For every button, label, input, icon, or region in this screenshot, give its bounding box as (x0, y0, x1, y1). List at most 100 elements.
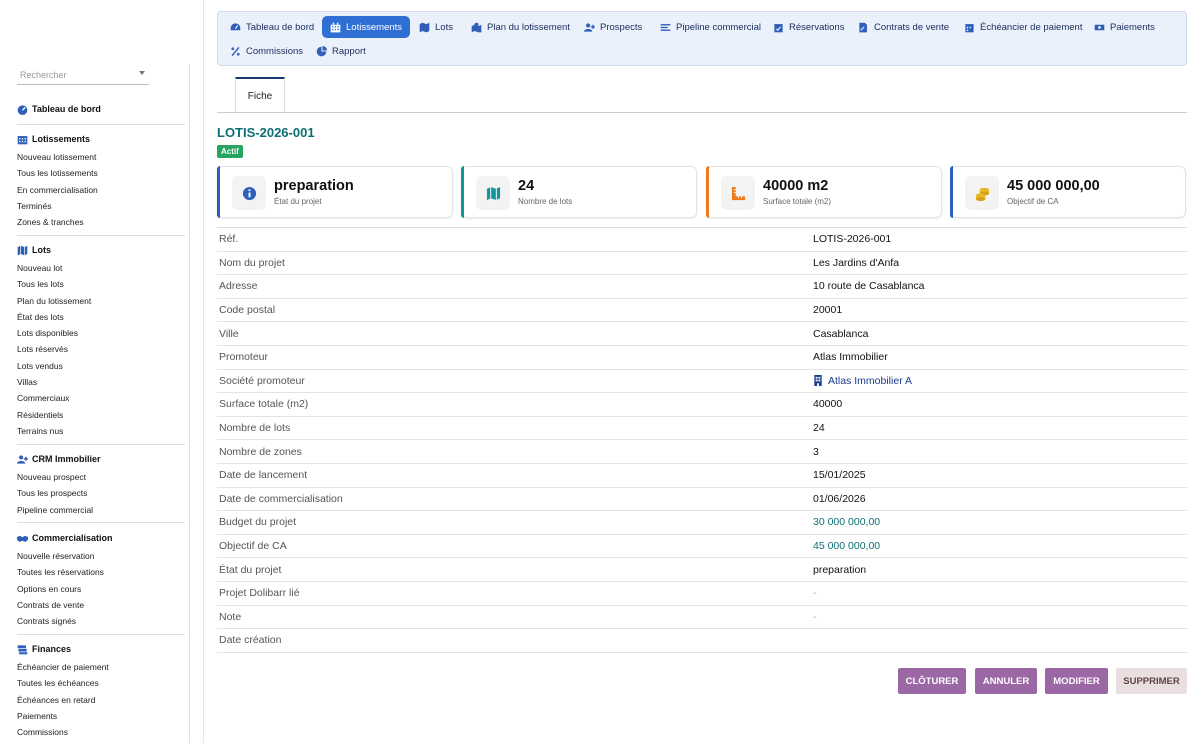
sidebar-item-commerciaux[interactable]: Commerciaux (17, 390, 185, 406)
nav-rapport[interactable]: Rapport (308, 40, 374, 62)
sidebar-item-paiements[interactable]: Paiements (17, 708, 185, 724)
nav-commissions[interactable]: Commissions (222, 40, 311, 62)
field-label: Nombre de zones (219, 445, 302, 458)
nav-reservations[interactable]: Réservations (765, 16, 852, 38)
sidebar-item-villas[interactable]: Villas (17, 374, 185, 390)
table-row: Adresse 10 route de Casablanca (217, 275, 1187, 299)
sidebar-item-tous-lotissements[interactable]: Tous les lotissements (17, 165, 185, 181)
tab-divider (217, 112, 1187, 113)
nav-label: Commissions (246, 45, 304, 57)
sidebar-item-termines[interactable]: Terminés (17, 198, 185, 214)
field-value: 3 (813, 445, 819, 458)
calendar-icon (965, 23, 974, 32)
search-input[interactable]: Rechercher (17, 67, 149, 85)
field-value: Les Jardins d'Anfa (813, 256, 900, 269)
card-label: Objectif de CA (1007, 197, 1059, 206)
sidebar-item-pipeline-commercial[interactable]: Pipeline commercial (17, 502, 185, 518)
nav-lots[interactable]: Lots (411, 16, 461, 38)
sidebar-item-commissions[interactable]: Commissions (17, 724, 185, 740)
nav-label: Réservations (789, 21, 845, 33)
sidebar-item-echeancier[interactable]: Échéancier de paiement (17, 659, 185, 675)
sidebar-item-tous-lots[interactable]: Tous les lots (17, 276, 185, 292)
sidebar-item-etat-lots[interactable]: État des lots (17, 309, 185, 325)
nav-echeancier[interactable]: Échéancier de paiement (956, 16, 1090, 38)
field-label: Promoteur (219, 351, 269, 364)
chevron-down-icon[interactable] (139, 71, 145, 75)
field-value: preparation (813, 563, 867, 576)
chart-pie-icon (316, 45, 327, 56)
field-value: 20001 (813, 304, 843, 317)
field-value: 15/01/2025 (813, 469, 866, 482)
sidebar-section-title: Lotissements (32, 134, 91, 144)
table-row: Budget du projet 30 000 000,00 (217, 511, 1187, 535)
sidebar-item-lots-reserves[interactable]: Lots réservés (17, 341, 185, 357)
building-icon (814, 375, 822, 387)
sidebar-item-nouveau-prospect[interactable]: Nouveau prospect (17, 469, 185, 485)
field-label: Nombre de lots (219, 422, 291, 435)
table-row: Date de commercialisation 01/06/2026 (217, 488, 1187, 512)
field-label: Adresse (219, 280, 258, 293)
modifier-button[interactable]: Modifier (1045, 668, 1108, 694)
nav-contrats-vente[interactable]: Contrats de vente (850, 16, 957, 38)
sidebar-section-commercialisation: Commercialisation Nouvelle réservation T… (17, 531, 185, 629)
sidebar-item-plan-lotissement[interactable]: Plan du lotissement (17, 293, 185, 309)
nav-prospects[interactable]: Prospects (576, 16, 650, 38)
sidebar-item-nouveau-lotissement[interactable]: Nouveau lotissement (17, 149, 185, 165)
nav-label: Lots (435, 21, 453, 33)
nav-lotissements[interactable]: Lotissements (322, 16, 410, 38)
table-row: Surface totale (m2) 40000 (217, 393, 1187, 417)
card-icon-box (232, 176, 266, 210)
dashboard-icon (17, 104, 28, 115)
nav-paiements[interactable]: Paiements (1086, 16, 1163, 38)
societe-promoteur-link[interactable]: Atlas Immobilier A (813, 375, 912, 387)
nav-tableau-de-bord[interactable]: Tableau de bord (222, 16, 322, 38)
sidebar-item-tous-prospects[interactable]: Tous les prospects (17, 485, 185, 501)
sidebar-item-options-en-cours[interactable]: Options en cours (17, 581, 185, 597)
stat-card-surface: 40000 m2 Surface totale (m2) (706, 166, 942, 218)
sidebar-item-en-commercialisation[interactable]: En commercialisation (17, 182, 185, 198)
sidebar-section-crm: CRM Immobilier Nouveau prospect Tous les… (17, 452, 185, 518)
field-label: Date de lancement (219, 469, 308, 482)
sidebar-item-residentiels[interactable]: Résidentiels (17, 407, 185, 423)
field-label: État du projet (219, 563, 282, 576)
sidebar-section-lots: Lots Nouveau lot Tous les lots Plan du l… (17, 243, 185, 439)
card-value: preparation (274, 178, 354, 194)
money-stack-icon (17, 644, 28, 654)
nav-label: Tableau de bord (246, 21, 315, 33)
sidebar-item-contrats-signes[interactable]: Contrats signés (17, 613, 185, 629)
calendar-check-icon (774, 23, 783, 32)
sidebar-dashboard[interactable]: Tableau de bord (17, 102, 185, 116)
sidebar-item-nouveau-lot[interactable]: Nouveau lot (17, 260, 185, 276)
annuler-button[interactable]: Annuler (975, 668, 1037, 694)
map-marked-icon (471, 22, 482, 32)
sidebar-item-contrats-vente[interactable]: Contrats de vente (17, 597, 185, 613)
nav-pipeline-commercial[interactable]: Pipeline commercial (652, 16, 769, 38)
field-value: Casablanca (813, 327, 869, 340)
field-value: 30 000 000,00 (813, 516, 881, 529)
tab-fiche[interactable]: Fiche (235, 77, 285, 113)
sidebar-divider (17, 522, 185, 523)
sidebar-item-zones-tranches[interactable]: Zones & tranches (17, 214, 185, 230)
sidebar-item-nouvelle-reservation[interactable]: Nouvelle réservation (17, 548, 185, 564)
nav-label: Lotissements (346, 21, 402, 33)
nav-plan-lotissement[interactable]: Plan du lotissement (463, 16, 578, 38)
card-icon-box (965, 176, 999, 210)
cloturer-button[interactable]: Clôturer (898, 668, 966, 694)
field-label: Surface totale (m2) (219, 398, 309, 411)
sidebar-item-lots-disponibles[interactable]: Lots disponibles (17, 325, 185, 341)
top-navigation: Tableau de bord Lotissements Lots Plan d… (217, 11, 1187, 66)
field-label: Date création (219, 634, 282, 647)
field-label: Nom du projet (219, 256, 285, 269)
field-label: Code postal (219, 304, 276, 317)
stat-card-etat: preparation État du projet (217, 166, 453, 218)
sidebar-divider (17, 444, 185, 445)
sidebar-item-terrains-nus[interactable]: Terrains nus (17, 423, 185, 439)
sidebar-item-toutes-echeances[interactable]: Toutes les échéances (17, 675, 185, 691)
table-row: Société promoteur Atlas Immobilier A (217, 370, 1187, 394)
sidebar-item-lots-vendus[interactable]: Lots vendus (17, 358, 185, 374)
nav-label: Pipeline commercial (676, 21, 762, 33)
sidebar-item-toutes-reservations[interactable]: Toutes les réservations (17, 564, 185, 580)
sidebar-item-echeances-retard[interactable]: Échéances en retard (17, 692, 185, 708)
supprimer-button[interactable]: Supprimer (1116, 668, 1187, 694)
file-signature-icon (859, 22, 867, 32)
